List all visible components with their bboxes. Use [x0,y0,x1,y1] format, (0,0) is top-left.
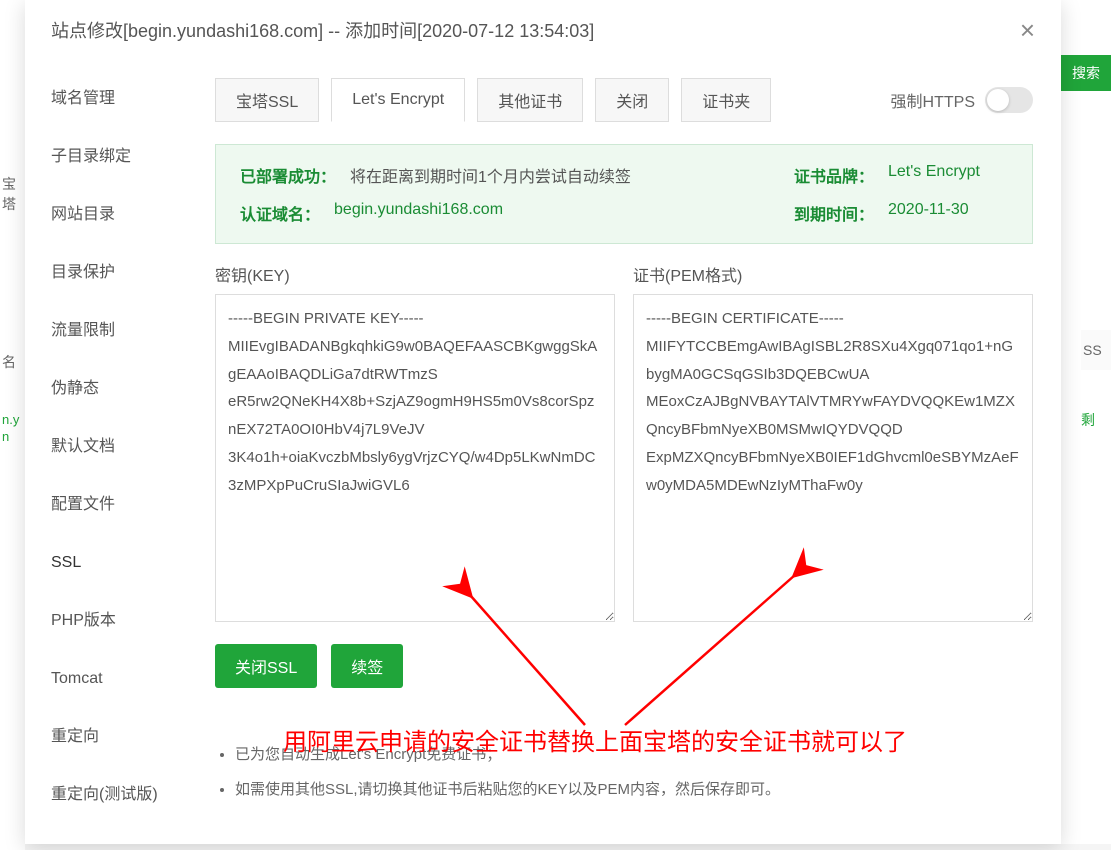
cert-domain-label: 认证域名： [240,201,320,225]
ssl-button-row: 关闭SSL 续签 [215,644,1033,688]
force-https-label: 强制HTTPS [891,88,975,112]
deploy-success-label: 已部署成功： [240,163,336,187]
close-ssl-button[interactable]: 关闭SSL [215,644,317,688]
note-item: 如需使用其他SSL,请切换其他证书后粘贴您的KEY以及PEM内容，然后保存即可。 [235,778,1033,799]
cert-brand-value: Let's Encrypt [888,163,1008,187]
close-icon[interactable]: × [1020,15,1035,46]
content-area: 宝塔SSL Let's Encrypt 其他证书 关闭 证书夹 强制HTTPS … [195,60,1061,844]
status-right: 证书品牌： Let's Encrypt 到期时间： 2020-11-30 [794,163,1008,225]
bg-col-cell: 剩 [1081,410,1111,450]
bg-search-button[interactable]: 搜索 [1061,55,1111,91]
site-edit-modal: 站点修改[begin.yundashi168.com] -- 添加时间[2020… [25,0,1061,844]
sidebar-item-tomcat[interactable]: Tomcat [25,650,195,708]
tab-other-cert[interactable]: 其他证书 [477,78,583,122]
tab-bt-ssl[interactable]: 宝塔SSL [215,78,319,122]
status-left: 已部署成功： 将在距离到期时间1个月内尝试自动续签 认证域名： begin.yu… [240,163,631,225]
force-https-wrap: 强制HTTPS [891,87,1033,113]
bg-left-domain: n.y n [0,372,25,448]
tab-cert-folder[interactable]: 证书夹 [681,78,771,122]
cert-domain-value: begin.yundashi168.com [334,201,503,225]
deploy-success-text: 将在距离到期时间1个月内尝试自动续签 [350,163,631,187]
ssl-tabbar: 宝塔SSL Let's Encrypt 其他证书 关闭 证书夹 强制HTTPS [215,78,1033,122]
bg-left-text-1: 宝塔 [0,168,25,220]
cert-expire-value: 2020-11-30 [888,201,1008,225]
sidebar-item-traffic[interactable]: 流量限制 [25,302,195,360]
sidebar-item-php[interactable]: PHP版本 [25,592,195,650]
sidebar-item-domain[interactable]: 域名管理 [25,70,195,128]
key-column: 密钥(KEY) [215,262,615,622]
renew-button[interactable]: 续签 [331,644,403,688]
modal-body: 域名管理 子目录绑定 网站目录 目录保护 流量限制 伪静态 默认文档 配置文件 … [25,60,1061,844]
sidebar-item-rewrite[interactable]: 伪静态 [25,360,195,418]
sidebar-item-subdir[interactable]: 子目录绑定 [25,128,195,186]
deploy-status-box: 已部署成功： 将在距离到期时间1个月内尝试自动续签 认证域名： begin.yu… [215,144,1033,244]
sidebar-item-sitedir[interactable]: 网站目录 [25,186,195,244]
sidebar-item-defaultdoc[interactable]: 默认文档 [25,418,195,476]
sidebar-item-config[interactable]: 配置文件 [25,476,195,534]
cert-expire-label: 到期时间： [794,201,874,225]
bg-left-text-2: 名 [0,350,25,372]
sidebar-item-redirect[interactable]: 重定向 [25,708,195,766]
sidebar-item-ssl[interactable]: SSL [25,534,195,592]
bg-col-header: SS [1081,330,1111,370]
pem-label: 证书(PEM格式) [633,262,1033,286]
cert-textareas: 密钥(KEY) 证书(PEM格式) [215,262,1033,622]
tab-letsencrypt[interactable]: Let's Encrypt [331,78,465,122]
notes-list: 已为您自动生成Let's Encrypt免费证书； 如需使用其他SSL,请切换其… [215,743,1033,799]
bg-left-strip: 宝塔 名 n.y n [0,150,25,850]
pem-textarea[interactable] [633,294,1033,622]
sidebar-item-redirect-beta[interactable]: 重定向(测试版) [25,766,195,824]
force-https-toggle[interactable] [985,87,1033,113]
key-textarea[interactable] [215,294,615,622]
cert-brand-label: 证书品牌： [794,163,874,187]
note-item: 已为您自动生成Let's Encrypt免费证书； [235,743,1033,764]
modal-header: 站点修改[begin.yundashi168.com] -- 添加时间[2020… [25,0,1061,60]
sidebar: 域名管理 子目录绑定 网站目录 目录保护 流量限制 伪静态 默认文档 配置文件 … [25,60,195,844]
tab-close[interactable]: 关闭 [595,78,669,122]
sidebar-item-dirprotect[interactable]: 目录保护 [25,244,195,302]
modal-title: 站点修改[begin.yundashi168.com] -- 添加时间[2020… [51,17,594,43]
key-label: 密钥(KEY) [215,262,615,286]
pem-column: 证书(PEM格式) [633,262,1033,622]
